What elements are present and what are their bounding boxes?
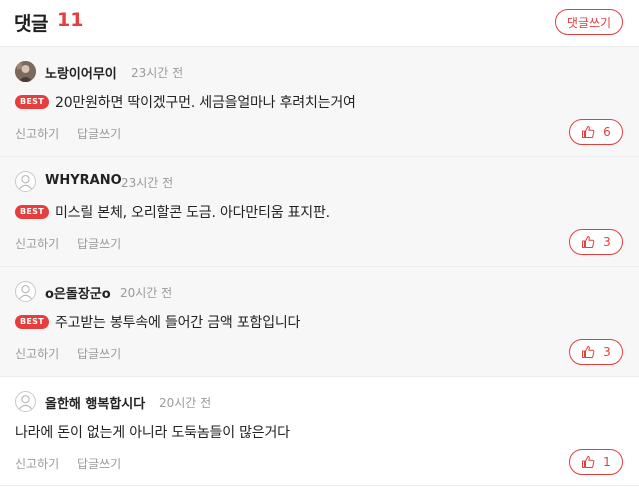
like-count: 1 (603, 455, 611, 469)
comment-author[interactable]: o은돌장군o (45, 283, 111, 302)
user-photo-icon[interactable] (15, 61, 36, 82)
thumbs-up-icon (581, 235, 595, 249)
report-link[interactable]: 신고하기 (15, 347, 59, 361)
best-badge: BEST (15, 95, 49, 109)
comment-item: 올한해 행복합시다 20시간 전 나라에 돈이 없는게 아니라 도둑놈들이 많은… (0, 376, 639, 486)
like-button[interactable]: 1 (569, 449, 623, 475)
thumbs-up-icon (581, 455, 595, 469)
comment-list: 노랑이어무이 23시간 전 BEST 20만원하면 딱이겠구먼. 세금을얼마나 … (0, 46, 639, 486)
reply-link[interactable]: 답글쓰기 (77, 127, 121, 141)
thumbs-up-icon (581, 125, 595, 139)
comment-time: 23시간 전 (121, 176, 174, 190)
reply-link[interactable]: 답글쓰기 (77, 237, 121, 251)
comments-header: 댓글 11 댓글쓰기 (0, 0, 639, 46)
comment-actions: 신고하기 답글쓰기 (15, 235, 135, 252)
comment-actions: 신고하기 답글쓰기 (15, 455, 135, 472)
like-button[interactable]: 6 (569, 119, 623, 145)
comment-text: 20만원하면 딱이겠구먼. 세금을얼마나 후려치는거여 (55, 95, 356, 111)
best-badge: BEST (15, 315, 49, 329)
comment-author[interactable]: 올한해 행복합시다 (45, 393, 145, 412)
comment-text: 주고받는 봉투속에 들어간 금액 포함입니다 (55, 315, 301, 331)
comment-author[interactable]: WHYRANO (45, 173, 122, 188)
comment-time: 20시간 전 (120, 286, 173, 300)
like-count: 6 (603, 125, 611, 139)
reply-link[interactable]: 답글쓰기 (77, 457, 121, 471)
comment-item: 노랑이어무이 23시간 전 BEST 20만원하면 딱이겠구먼. 세금을얼마나 … (0, 46, 639, 156)
thumbs-up-icon (581, 345, 595, 359)
report-link[interactable]: 신고하기 (15, 457, 59, 471)
report-link[interactable]: 신고하기 (15, 237, 59, 251)
default-avatar-icon[interactable] (15, 171, 36, 192)
reply-link[interactable]: 답글쓰기 (77, 347, 121, 361)
comment-item: o은돌장군o 20시간 전 BEST 주고받는 봉투속에 들어간 금액 포함입니… (0, 266, 639, 376)
like-count: 3 (603, 235, 611, 249)
comment-actions: 신고하기 답글쓰기 (15, 345, 135, 362)
comments-count: 11 (57, 9, 84, 31)
comment-item: WHYRANO 23시간 전 BEST 미스릴 본체, 오리할콘 도금. 아다만… (0, 156, 639, 266)
default-avatar-icon[interactable] (15, 391, 36, 412)
comment-text: 나라에 돈이 없는게 아니라 도둑놈들이 많은거다 (15, 425, 290, 441)
comment-text: 미스릴 본체, 오리할콘 도금. 아다만티움 표지판. (55, 205, 330, 221)
default-avatar-icon[interactable] (15, 281, 36, 302)
comment-author[interactable]: 노랑이어무이 (45, 63, 117, 82)
best-badge: BEST (15, 205, 49, 219)
report-link[interactable]: 신고하기 (15, 127, 59, 141)
like-button[interactable]: 3 (569, 229, 623, 255)
comment-time: 23시간 전 (131, 66, 184, 80)
like-button[interactable]: 3 (569, 339, 623, 365)
write-comment-button[interactable]: 댓글쓰기 (555, 9, 623, 35)
comment-actions: 신고하기 답글쓰기 (15, 125, 135, 142)
like-count: 3 (603, 345, 611, 359)
comment-time: 20시간 전 (159, 396, 212, 410)
comments-title: 댓글 (14, 13, 48, 35)
